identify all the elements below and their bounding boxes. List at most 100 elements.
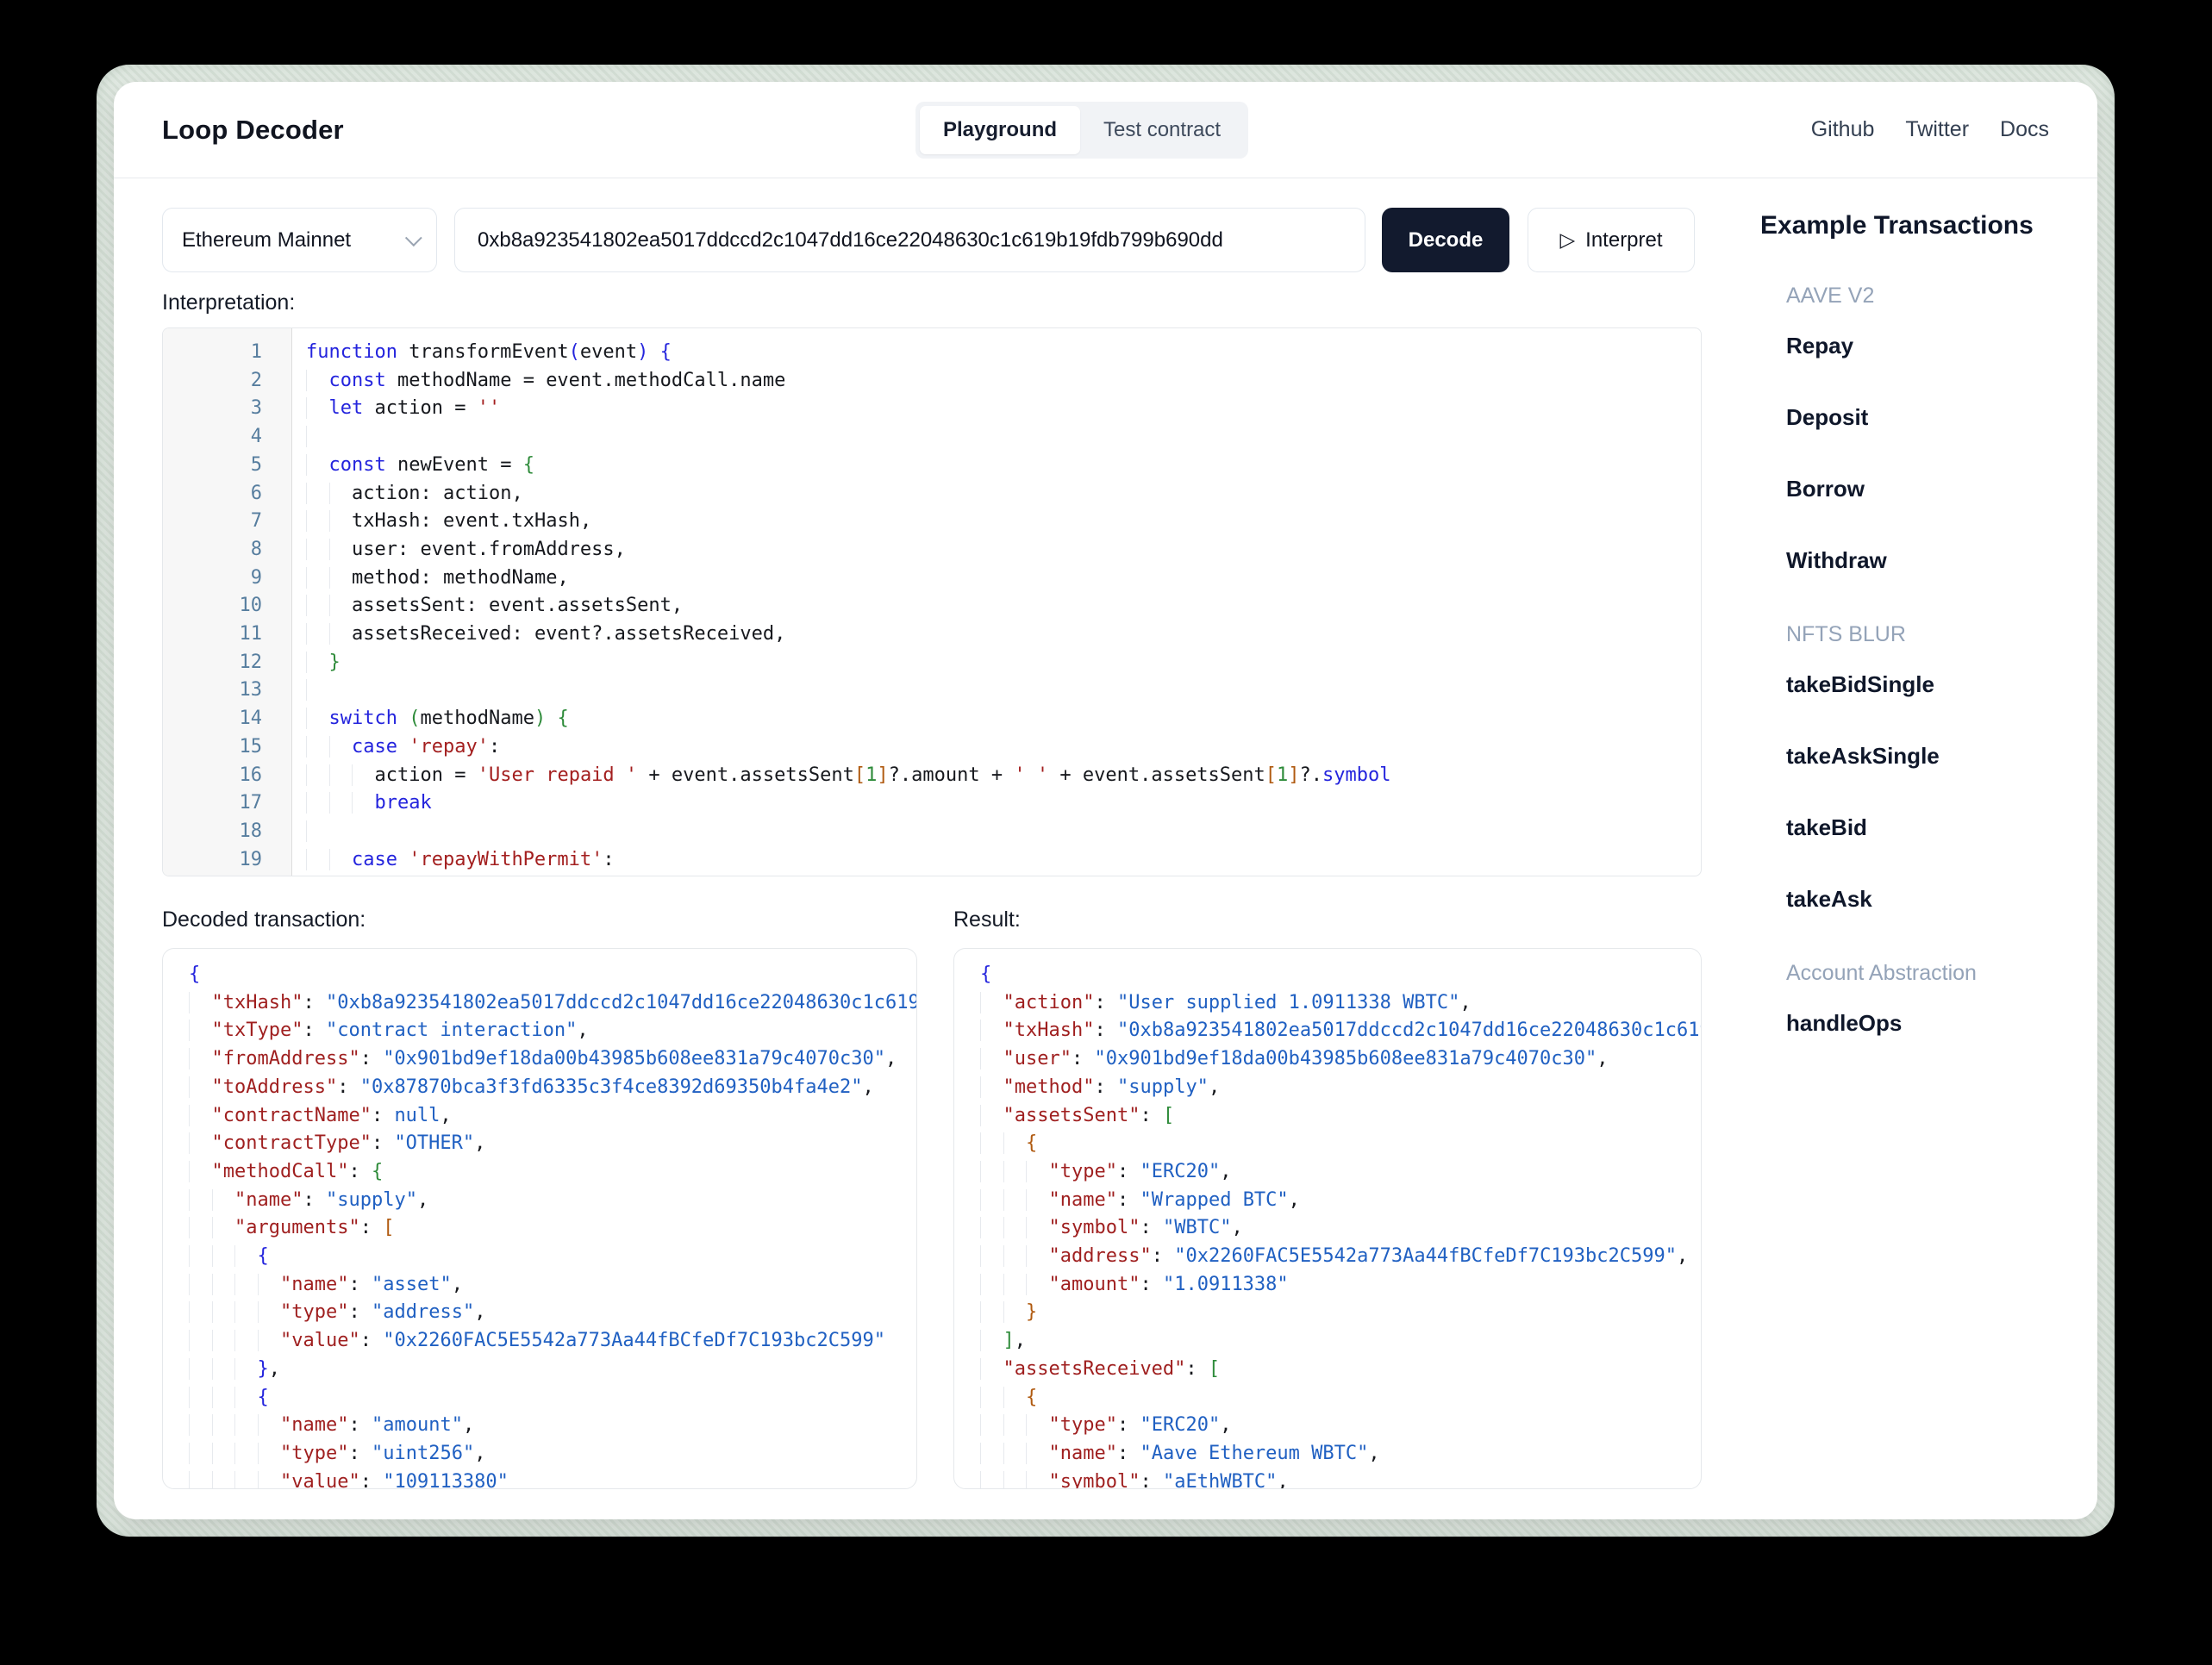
sidebar-group-label: AAVE V2: [1786, 284, 1875, 308]
header-link-twitter[interactable]: Twitter: [1905, 117, 1969, 142]
sidebar-item-takebidsingle[interactable]: takeBidSingle: [1786, 671, 2088, 698]
sidebar-item-withdraw[interactable]: Withdraw: [1786, 547, 2088, 574]
line-number: 20: [163, 874, 291, 876]
tab-playground[interactable]: Playground: [920, 106, 1081, 154]
code-line: "fromAddress": "0x901bd9ef18da00b43985b6…: [189, 1045, 916, 1074]
code-line: switch (methodName) {: [306, 705, 1701, 733]
line-number: 1: [250, 341, 262, 363]
sidebar-item-borrow[interactable]: Borrow: [1786, 476, 2088, 502]
code-line: "contractType": "OTHER",: [189, 1130, 916, 1158]
code-line: case 'repay':: [306, 733, 1701, 762]
code-line: txHash: event.txHash,: [306, 508, 1701, 536]
example-transactions-sidebar: Example Transactions AAVE V2 Repay Deposit…: [1760, 211, 2088, 1037]
code-line: assetsSent: event.assetsSent,: [306, 592, 1701, 620]
code-line: action = 'User repaid with permit ' + ev…: [306, 874, 1701, 876]
sidebar-item-takeasksingle[interactable]: takeAskSingle: [1786, 743, 2088, 770]
transaction-hash-input[interactable]: [454, 208, 1365, 272]
line-number: 4: [250, 426, 262, 448]
code-line: {: [189, 963, 201, 985]
code-line: case 'repayWithPermit':: [306, 846, 1701, 875]
decoded-transaction-panel[interactable]: { "txHash": "0xb8a923541802ea5017ddccd2c…: [162, 948, 917, 1489]
code-line: "type": "uint256",: [189, 1440, 916, 1469]
editor-line-numbers: 1234567891011121314151617181920: [163, 328, 292, 876]
line-number: 7: [250, 510, 262, 533]
decoded-transaction-label: Decoded transaction:: [162, 907, 366, 932]
code-line: "assetsSent": [: [980, 1102, 1701, 1131]
code-line: }: [306, 649, 1701, 677]
line-number: 5: [250, 453, 262, 476]
code-line: ],: [980, 1327, 1701, 1356]
header-link-github[interactable]: Github: [1811, 117, 1875, 142]
network-select-value: Ethereum Mainnet: [182, 228, 352, 252]
line-number: 11: [239, 623, 263, 645]
code-line: action: action,: [306, 480, 1701, 508]
sidebar-group-label: NFTS BLUR: [1786, 622, 1906, 646]
code-line: "toAddress": "0x87870bca3f3fd6335c3f4ce8…: [189, 1074, 916, 1102]
code-line: "action": "User supplied 1.0911338 WBTC"…: [980, 989, 1701, 1018]
code-line: {: [189, 1243, 916, 1271]
app-header: Loop Decoder Playground Test contract Git…: [114, 82, 2097, 178]
code-line: "type": "ERC20",: [980, 1158, 1701, 1187]
code-line: user: event.fromAddress,: [306, 536, 1701, 564]
code-line: "methodCall": {: [189, 1158, 916, 1187]
network-select[interactable]: Ethereum Mainnet: [162, 208, 437, 272]
decode-button[interactable]: Decode: [1382, 208, 1509, 272]
line-number: 10: [239, 595, 263, 617]
code-line: "amount": "1.0911338": [980, 1271, 1701, 1300]
code-line: "name": "Wrapped BTC",: [980, 1187, 1701, 1215]
app-card: Loop Decoder Playground Test contract Git…: [114, 82, 2097, 1519]
code-line: "value": "109113380": [189, 1469, 916, 1488]
code-line: action = 'User repaid ' + event.assetsSe…: [306, 762, 1701, 790]
tab-test-contract[interactable]: Test contract: [1080, 106, 1244, 154]
chevron-down-icon: [404, 228, 422, 246]
line-number: 16: [239, 764, 263, 786]
sidebar-group-label: Account Abstraction: [1786, 961, 1977, 985]
sidebar-item-repay[interactable]: Repay: [1786, 333, 2088, 359]
interpretation-code-editor[interactable]: 1234567891011121314151617181920 function…: [162, 327, 1702, 876]
code-line: const newEvent = {: [306, 452, 1701, 480]
line-number: 12: [239, 651, 263, 673]
code-line: "symbol": "WBTC",: [980, 1214, 1701, 1243]
header-link-docs[interactable]: Docs: [2000, 117, 2049, 142]
page-background-frame: Loop Decoder Playground Test contract Git…: [97, 65, 2115, 1537]
sidebar-item-deposit[interactable]: Deposit: [1786, 404, 2088, 431]
code-line: assetsReceived: event?.assetsReceived,: [306, 620, 1701, 649]
code-line: "name": "amount",: [189, 1412, 916, 1440]
result-label: Result:: [953, 907, 1021, 932]
mode-toggle: Playground Test contract: [915, 102, 1249, 159]
line-number: 14: [239, 708, 263, 730]
code-line: "name": "asset",: [189, 1271, 916, 1300]
code-line: "name": "supply",: [189, 1187, 916, 1215]
code-line: {: [980, 1130, 1701, 1158]
code-line: "assetsReceived": [: [980, 1356, 1701, 1384]
line-number: 15: [239, 735, 263, 758]
code-line: "symbol": "aEthWBTC",: [980, 1469, 1701, 1488]
code-line: const methodName = event.methodCall.name: [306, 367, 1701, 396]
line-number: 17: [239, 792, 263, 814]
sidebar-item-takeask[interactable]: takeAsk: [1786, 886, 2088, 913]
result-panel[interactable]: { "action": "User supplied 1.0911338 WBT…: [953, 948, 1702, 1489]
sidebar-title: Example Transactions: [1760, 211, 2034, 240]
line-number: 2: [250, 369, 262, 391]
code-line: "type": "address",: [189, 1299, 916, 1327]
line-number: 9: [250, 566, 262, 589]
code-line: "txHash": "0xb8a923541802ea5017ddccd2c10…: [189, 989, 917, 1018]
code-line: "txType": "contract interaction",: [189, 1017, 916, 1045]
interpret-button-label: Interpret: [1585, 228, 1663, 252]
code-line: "arguments": [: [189, 1214, 916, 1243]
app-title: Loop Decoder: [162, 114, 344, 145]
sidebar-item-takebid[interactable]: takeBid: [1786, 814, 2088, 841]
code-line: "user": "0x901bd9ef18da00b43985b608ee831…: [980, 1045, 1701, 1074]
code-line: "value": "0x2260FAC5E5542a773Aa44fBCfeDf…: [189, 1327, 916, 1356]
code-line: function transformEvent(event) {: [306, 341, 672, 363]
code-line: {: [189, 1384, 916, 1412]
code-line: let action = '': [306, 395, 1701, 423]
code-line: {: [980, 963, 992, 985]
interpret-button[interactable]: ▷ Interpret: [1528, 208, 1695, 272]
play-icon: ▷: [1559, 228, 1576, 251]
code-line: "txHash": "0xb8a923541802ea5017ddccd2c10…: [980, 1017, 1702, 1045]
sidebar-item-handleops[interactable]: handleOps: [1786, 1010, 2088, 1037]
code-line: {: [980, 1384, 1701, 1412]
